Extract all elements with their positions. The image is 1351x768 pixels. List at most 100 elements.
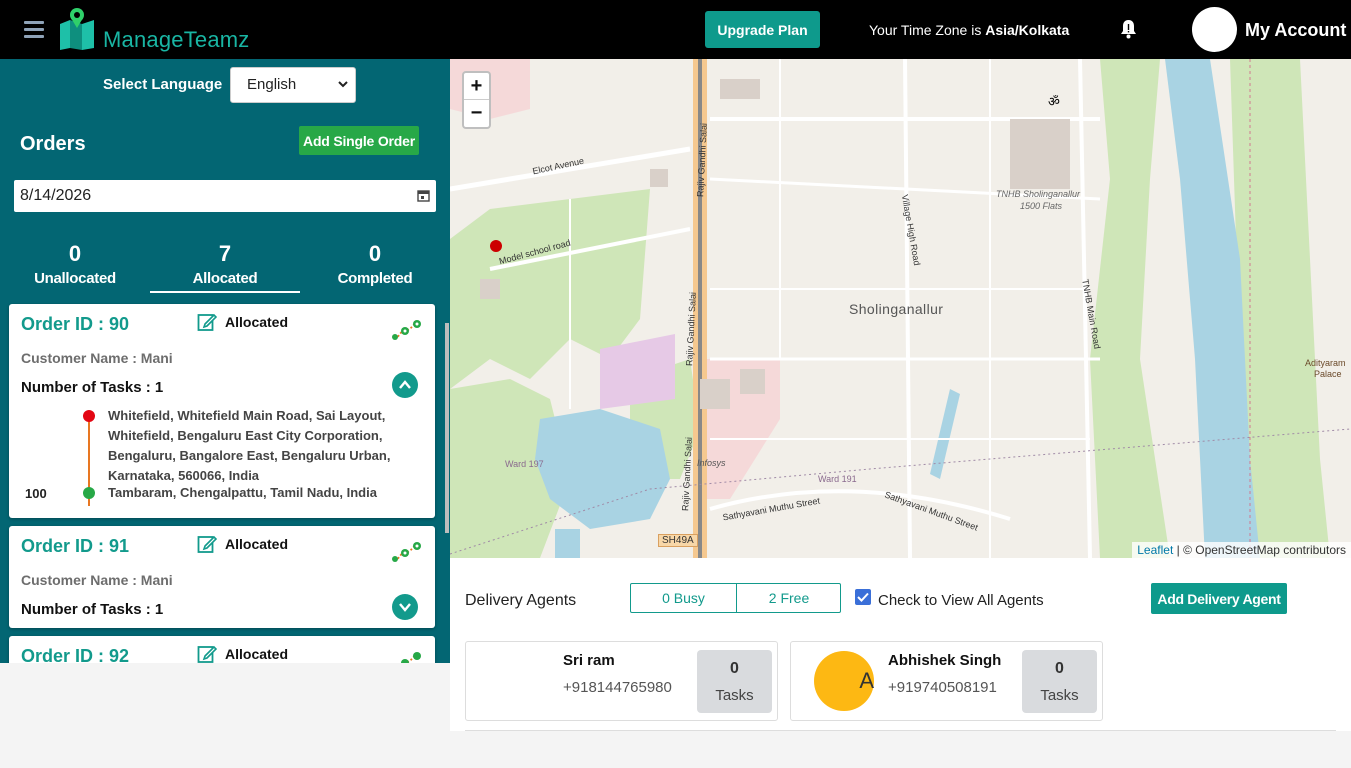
collapse-button[interactable] [392, 372, 418, 398]
completed-label: Completed [337, 270, 413, 287]
agent-name: Abhishek Singh [888, 652, 1002, 669]
agent-avatar: A [814, 651, 874, 711]
language-select[interactable]: English [230, 67, 356, 103]
map-attribution: Leaflet | © OpenStreetMap contributors [1132, 542, 1351, 558]
add-delivery-agent-button[interactable]: Add Delivery Agent [1151, 583, 1287, 614]
agent-name: Sri ram [563, 652, 615, 669]
map-view[interactable]: + − Elcot Avenue Model school road Rajiv… [450, 59, 1351, 558]
map-label: Ward 191 [818, 474, 857, 484]
order-card[interactable]: Order ID : 92 Allocated [9, 636, 435, 663]
expand-button[interactable] [392, 594, 418, 620]
map-label: Palace [1314, 369, 1342, 379]
date-value: 8/14/2026 [20, 187, 92, 204]
order-status-tabs: 0 Unallocated 7 Allocated 0 Completed [0, 239, 450, 293]
tab-completed[interactable]: 0 Completed [300, 239, 450, 293]
chevron-down-icon [338, 81, 348, 88]
check-icon [857, 592, 869, 602]
edit-icon[interactable] [197, 534, 217, 554]
order-id: Order ID : 90 [21, 314, 130, 334]
tab-unallocated[interactable]: 0 Unallocated [0, 239, 150, 293]
temple-icon: ॐ [1048, 94, 1060, 109]
drop-marker [83, 487, 95, 499]
timezone-prefix: Your Time Zone is [869, 22, 986, 38]
task-count-label: Tasks [1040, 687, 1079, 704]
task-count-number: 0 [730, 660, 739, 677]
status-text: Allocated [225, 646, 289, 662]
status-text: Allocated [225, 536, 289, 552]
bell-icon[interactable] [1119, 19, 1138, 39]
calendar-icon[interactable] [417, 189, 430, 202]
task-count-number: 0 [1055, 660, 1064, 677]
allocated-label: Allocated [192, 270, 258, 287]
zoom-out-button[interactable]: − [464, 100, 489, 127]
zoom-control: + − [462, 71, 491, 129]
agent-phone: +919740508191 [888, 679, 997, 696]
pickup-address: Whitefield, Whitefield Main Road, Sai La… [108, 408, 391, 483]
completed-count: 0 [368, 241, 382, 266]
tab-allocated[interactable]: 7 Allocated [150, 239, 300, 293]
timezone-info: Your Time Zone is Asia/Kolkata [869, 22, 1069, 38]
timezone-value: Asia/Kolkata [985, 22, 1070, 38]
delivery-agents-panel: Delivery Agents 0 Busy 2 Free Check to V… [450, 558, 1351, 731]
busy-filter-button[interactable]: 0 Busy [631, 584, 737, 612]
scrollbar-thumb[interactable] [445, 323, 449, 533]
zoom-in-button[interactable]: + [464, 73, 489, 100]
chevron-down-icon [399, 603, 411, 612]
route-icon[interactable] [390, 318, 422, 342]
map-label: TNHB Sholinganallur [996, 189, 1081, 199]
orders-panel: Select Language English Orders Add Singl… [0, 59, 450, 663]
brand-name: ManageTeamz [103, 27, 250, 52]
map-label: Adityaram [1305, 358, 1346, 368]
map-label: Sholinganallur [849, 301, 944, 317]
order-card[interactable]: Order ID : 91 Allocated Customer Name : … [9, 526, 435, 628]
agent-card[interactable]: Sri ram +918144765980 0 Tasks [465, 641, 778, 721]
top-bar: ManageTeamz Upgrade Plan Your Time Zone … [0, 0, 1351, 59]
order-card[interactable]: Order ID : 90 Allocated Customer Name : … [9, 304, 435, 518]
logo-icon [60, 8, 94, 50]
task-count-label: Tasks [715, 687, 754, 704]
road-shield: SH49A [658, 534, 698, 547]
agent-filter: 0 Busy 2 Free [630, 583, 841, 613]
allocated-count: 7 [218, 241, 232, 266]
task-count: Number of Tasks : 1 [21, 379, 164, 396]
add-single-order-button[interactable]: Add Single Order [299, 126, 419, 155]
menu-icon[interactable] [24, 21, 44, 39]
view-all-checkbox[interactable] [855, 589, 871, 605]
osm-attribution: | © OpenStreetMap contributors [1173, 543, 1346, 557]
drop-address: Tambaram, Chengalpattu, Tamil Nadu, Indi… [108, 485, 377, 500]
agent-task-count: 0 Tasks [697, 650, 772, 713]
order-id: Order ID : 92 [21, 646, 130, 663]
customer-name: Customer Name : Mani [21, 572, 173, 588]
map-label: Ward 197 [505, 459, 544, 469]
unallocated-label: Unallocated [34, 270, 116, 287]
view-all-label[interactable]: Check to View All Agents [878, 592, 1044, 609]
leaflet-link[interactable]: Leaflet [1137, 543, 1173, 557]
edit-icon[interactable] [197, 312, 217, 332]
unallocated-count: 0 [68, 241, 82, 266]
language-selected: English [247, 76, 297, 93]
edit-icon[interactable] [197, 644, 217, 663]
pickup-marker [83, 410, 95, 422]
agent-card[interactable]: A Abhishek Singh +919740508191 0 Tasks [790, 641, 1103, 721]
order-id: Order ID : 91 [21, 536, 130, 556]
account-avatar[interactable] [1192, 7, 1237, 52]
date-input[interactable]: 8/14/2026 [14, 180, 436, 212]
map-label: 1500 Flats [1020, 201, 1063, 211]
customer-name: Customer Name : Mani [21, 350, 173, 366]
status-text: Allocated [225, 314, 289, 330]
my-account-link[interactable]: My Account [1245, 20, 1346, 41]
language-label: Select Language [103, 76, 223, 93]
task-count: Number of Tasks : 1 [21, 601, 164, 618]
agents-title: Delivery Agents [465, 592, 577, 609]
orders-title: Orders [20, 133, 86, 155]
drop-number: 100 [25, 486, 47, 501]
divider [465, 730, 1336, 731]
route-icon[interactable] [390, 650, 422, 663]
order-list[interactable]: Order ID : 90 Allocated Customer Name : … [0, 303, 450, 663]
route-icon[interactable] [390, 540, 422, 564]
upgrade-plan-button[interactable]: Upgrade Plan [705, 11, 820, 48]
free-filter-button[interactable]: 2 Free [737, 584, 841, 612]
chevron-up-icon [399, 380, 411, 389]
agent-phone: +918144765980 [563, 679, 672, 696]
map-label: Infosys [697, 458, 726, 468]
